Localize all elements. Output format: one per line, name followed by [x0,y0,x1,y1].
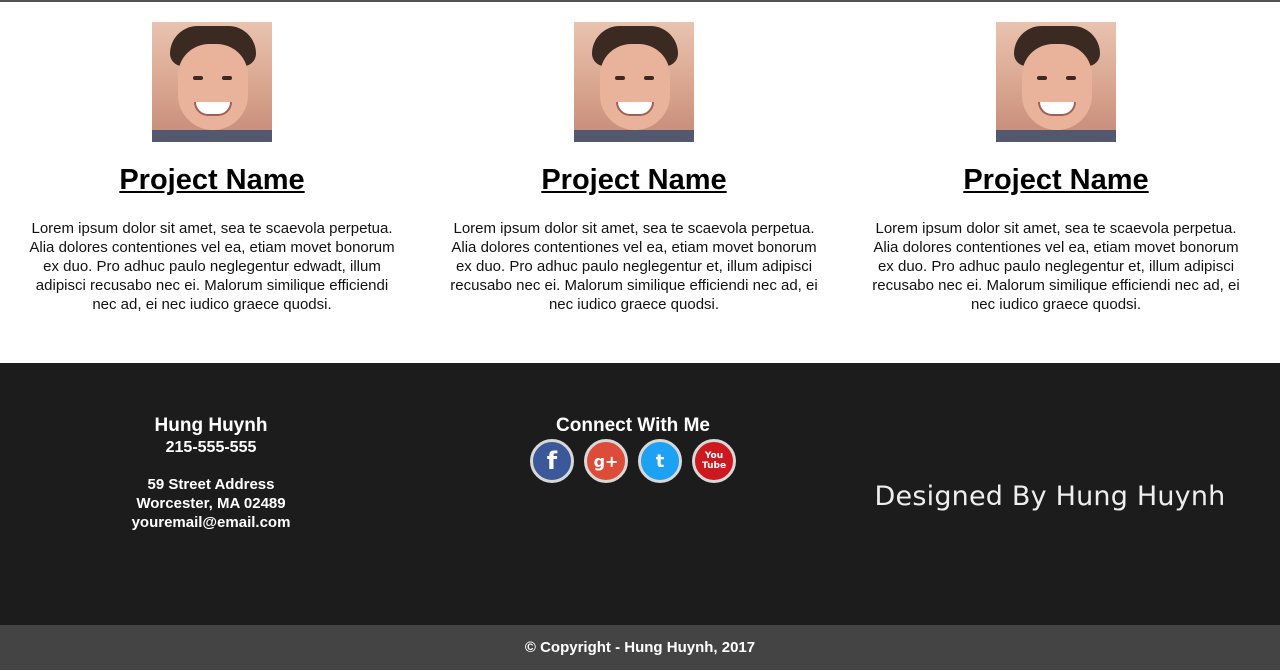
contact-phone: 215-555-555 [165,439,257,456]
contact-address: 59 Street Address Worcester, MA 02489 yo… [100,475,322,532]
project-card: Project Name Lorem ipsum dolor sit amet,… [444,22,824,314]
project-description: Lorem ipsum dolor sit amet, sea te scaev… [872,220,1240,313]
google-plus-icon[interactable]: g+ [584,439,628,483]
project-description: Lorem ipsum dolor sit amet, sea te scaev… [450,220,818,313]
project-title-link[interactable]: Project Name [444,164,824,197]
projects-section: Project Name Lorem ipsum dolor sit amet,… [0,2,1280,363]
project-description: Lorem ipsum dolor sit amet, sea te scaev… [29,220,395,313]
social-links: f g+ t You Tube [522,439,744,483]
project-photo [996,22,1116,142]
facebook-icon[interactable]: f [530,439,574,483]
address-street: 59 Street Address [147,476,275,493]
project-title-link[interactable]: Project Name [22,164,402,197]
designed-by: Designed By Hung Huynh [874,481,1226,512]
contact-info: Hung Huynh 215-555-555 59 Street Address… [100,415,322,532]
contact-name: Hung Huynh [154,415,268,436]
connect-title: Connect With Me [556,415,710,436]
project-photo [574,22,694,142]
youtube-icon[interactable]: You Tube [692,439,736,483]
project-card: Project Name Lorem ipsum dolor sit amet,… [866,22,1246,314]
address-city: Worcester, MA 02489 [136,495,286,512]
contact-email: youremail@email.com [131,514,291,531]
project-title-link[interactable]: Project Name [866,164,1246,197]
copyright-bar: © Copyright - Hung Huynh, 2017 [0,625,1280,670]
site-footer: Hung Huynh 215-555-555 59 Street Address… [0,363,1280,625]
project-card: Project Name Lorem ipsum dolor sit amet,… [22,22,402,314]
twitter-icon[interactable]: t [638,439,682,483]
project-photo [152,22,272,142]
connect-section: Connect With Me f g+ t You Tube [522,415,744,483]
